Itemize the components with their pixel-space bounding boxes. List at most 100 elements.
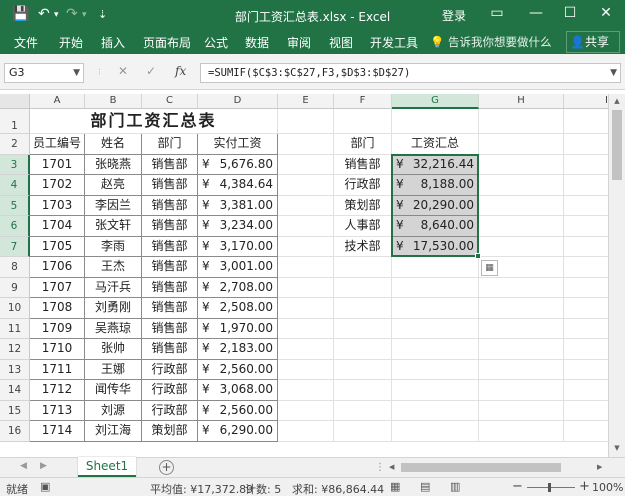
employee-name-cell[interactable]: 赵亮 bbox=[85, 175, 142, 196]
chevron-down-icon[interactable]: ▼ bbox=[73, 64, 80, 82]
column-header-a[interactable]: A bbox=[30, 94, 85, 109]
grid-cell[interactable] bbox=[564, 134, 608, 155]
grid-cell[interactable] bbox=[392, 109, 479, 134]
grid-cell[interactable] bbox=[334, 277, 392, 298]
employee-name-cell[interactable]: 李雨 bbox=[85, 236, 142, 257]
tab-page-layout[interactable]: 页面布局 bbox=[143, 34, 191, 51]
grid-cell[interactable] bbox=[334, 400, 392, 421]
tab-review[interactable]: 审阅 bbox=[287, 34, 311, 51]
department-cell[interactable]: 销售部 bbox=[142, 257, 198, 278]
employee-id-cell[interactable]: 1707 bbox=[30, 277, 85, 298]
employee-name-cell[interactable]: 闻传华 bbox=[85, 380, 142, 401]
grid-cell[interactable] bbox=[334, 380, 392, 401]
page-break-view-icon[interactable]: ▥ bbox=[450, 480, 460, 493]
zoom-in-icon[interactable]: + bbox=[579, 479, 590, 494]
column-header-b[interactable]: B bbox=[85, 94, 142, 109]
grid-cell[interactable] bbox=[278, 216, 334, 237]
column-header-d[interactable]: D bbox=[198, 94, 278, 109]
grid-cell[interactable] bbox=[564, 360, 608, 380]
column-header-f[interactable]: F bbox=[334, 94, 392, 109]
sheet-next-icon[interactable]: ▶ bbox=[40, 461, 47, 471]
salary-cell[interactable]: ¥2,560.00 bbox=[198, 400, 278, 421]
grid-cell[interactable] bbox=[479, 175, 564, 196]
salary-cell[interactable]: ¥3,001.00 bbox=[198, 257, 278, 278]
summary-total-cell[interactable]: ¥8,188.00 bbox=[392, 175, 479, 196]
minimize-icon[interactable]: — bbox=[526, 5, 546, 21]
close-icon[interactable]: ✕ bbox=[596, 5, 616, 21]
table-header[interactable]: 姓名 bbox=[85, 134, 142, 155]
scroll-down-icon[interactable]: ▼ bbox=[609, 444, 625, 452]
grid-cell[interactable] bbox=[278, 236, 334, 257]
grid-cell[interactable] bbox=[564, 339, 608, 360]
grid-cell[interactable] bbox=[564, 155, 608, 175]
employee-id-cell[interactable]: 1703 bbox=[30, 195, 85, 216]
salary-cell[interactable]: ¥3,068.00 bbox=[198, 380, 278, 401]
grid-cell[interactable] bbox=[479, 318, 564, 339]
login-link[interactable]: 登录 bbox=[442, 7, 466, 24]
worksheet-grid[interactable]: A B C D E F G H I 1 2 3 4 5 6 7 8 9 10 11 12 13 14 15 16 部门工资汇总表员… bbox=[0, 94, 608, 457]
summary-department-cell[interactable]: 人事部 bbox=[334, 216, 392, 237]
grid-cell[interactable] bbox=[479, 216, 564, 237]
grid-cell[interactable] bbox=[392, 318, 479, 339]
grid-cell[interactable] bbox=[479, 298, 564, 319]
grid-cell[interactable] bbox=[278, 195, 334, 216]
department-cell[interactable]: 销售部 bbox=[142, 339, 198, 360]
employee-id-cell[interactable]: 1705 bbox=[30, 236, 85, 257]
grid-cell[interactable] bbox=[334, 257, 392, 278]
salary-cell[interactable]: ¥4,384.64 bbox=[198, 175, 278, 196]
row-header-13[interactable]: 13 bbox=[0, 359, 30, 380]
grid-cell[interactable] bbox=[479, 154, 564, 175]
row-header-1[interactable]: 1 bbox=[0, 109, 30, 134]
row-header-11[interactable]: 11 bbox=[0, 318, 30, 339]
department-cell[interactable]: 销售部 bbox=[142, 236, 198, 257]
grid-cell[interactable] bbox=[278, 298, 334, 319]
employee-id-cell[interactable]: 1712 bbox=[30, 380, 85, 401]
quick-analysis-icon[interactable]: ▦ bbox=[481, 260, 498, 276]
scroll-up-icon[interactable]: ▲ bbox=[609, 97, 625, 105]
salary-cell[interactable]: ¥2,560.00 bbox=[198, 359, 278, 380]
grid-cell[interactable] bbox=[278, 175, 334, 196]
row-header-9[interactable]: 9 bbox=[0, 277, 30, 298]
sheet-prev-icon[interactable]: ◀ bbox=[20, 461, 27, 471]
table-header[interactable]: 部门 bbox=[142, 134, 198, 155]
grid-cell[interactable] bbox=[564, 175, 608, 196]
tab-view[interactable]: 视图 bbox=[329, 34, 353, 51]
enter-icon[interactable]: ✓ bbox=[146, 64, 156, 78]
formula-input[interactable]: =SUMIF($C$3:$C$27,F3,$D$3:$D$27) ▼ bbox=[200, 63, 621, 83]
grid-cell[interactable] bbox=[564, 109, 608, 134]
employee-id-cell[interactable]: 1710 bbox=[30, 339, 85, 360]
grid-cell[interactable] bbox=[278, 277, 334, 298]
summary-total-cell[interactable]: ¥20,290.00 bbox=[392, 195, 479, 216]
horizontal-scroll-thumb[interactable] bbox=[401, 463, 561, 472]
maximize-icon[interactable]: ☐ bbox=[560, 5, 580, 21]
tab-home[interactable]: 开始 bbox=[59, 34, 83, 51]
grid-cell[interactable] bbox=[479, 277, 564, 298]
grid-cell[interactable] bbox=[392, 339, 479, 360]
row-header-5[interactable]: 5 bbox=[0, 195, 30, 216]
department-cell[interactable]: 行政部 bbox=[142, 400, 198, 421]
employee-name-cell[interactable]: 张晓燕 bbox=[85, 154, 142, 175]
row-header-2[interactable]: 2 bbox=[0, 134, 30, 155]
scroll-right-icon[interactable]: ▶ bbox=[597, 461, 602, 474]
employee-name-cell[interactable]: 张文轩 bbox=[85, 216, 142, 237]
employee-id-cell[interactable]: 1713 bbox=[30, 400, 85, 421]
salary-cell[interactable]: ¥6,290.00 bbox=[198, 421, 278, 442]
name-box[interactable]: G3 ▼ bbox=[4, 63, 84, 83]
salary-cell[interactable]: ¥3,170.00 bbox=[198, 236, 278, 257]
employee-id-cell[interactable]: 1709 bbox=[30, 318, 85, 339]
grid-cell[interactable] bbox=[334, 109, 392, 134]
grid-cell[interactable] bbox=[278, 359, 334, 380]
grid-cell[interactable] bbox=[479, 421, 564, 442]
grid-cell[interactable] bbox=[479, 195, 564, 216]
zoom-level[interactable]: 100% bbox=[592, 481, 623, 494]
employee-id-cell[interactable]: 1714 bbox=[30, 421, 85, 442]
salary-cell[interactable]: ¥2,708.00 bbox=[198, 277, 278, 298]
macro-record-icon[interactable]: ▣ bbox=[40, 480, 50, 493]
department-cell[interactable]: 策划部 bbox=[142, 421, 198, 442]
page-layout-view-icon[interactable]: ▤ bbox=[420, 480, 430, 493]
grid-cell[interactable] bbox=[564, 421, 608, 442]
grid-cell[interactable] bbox=[564, 257, 608, 278]
grid-cell[interactable] bbox=[334, 298, 392, 319]
employee-name-cell[interactable]: 马汗兵 bbox=[85, 277, 142, 298]
row-header-14[interactable]: 14 bbox=[0, 380, 30, 401]
